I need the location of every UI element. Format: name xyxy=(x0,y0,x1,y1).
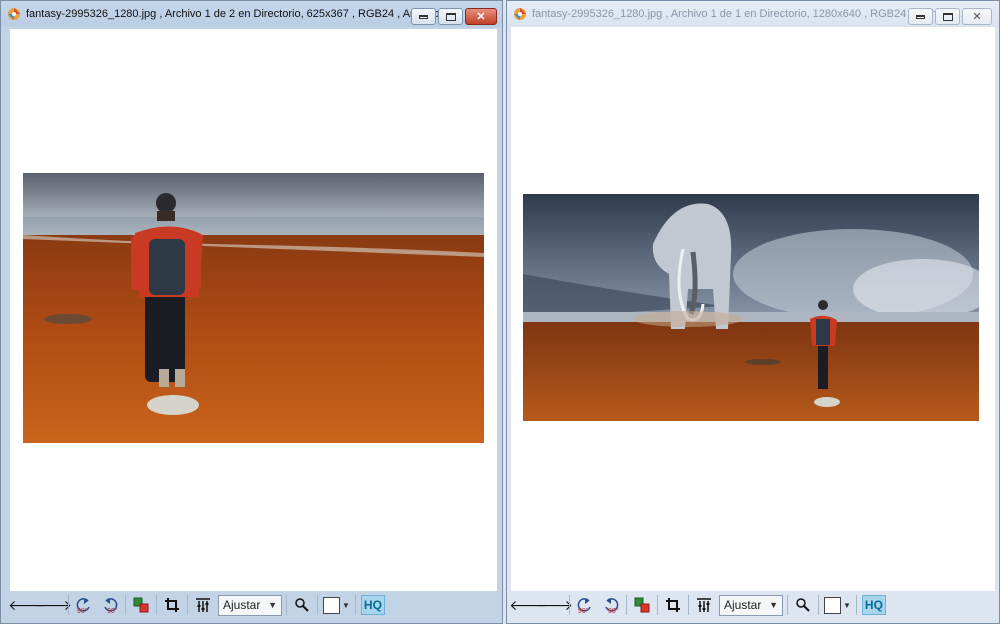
viewer-window-left[interactable]: fantasy-2995326_1280.jpg , Archivo 1 de … xyxy=(0,0,503,624)
rotate-right-button[interactable]: 90° xyxy=(598,593,624,617)
zoom-icon xyxy=(796,598,810,612)
toolbar-divider xyxy=(317,595,318,615)
compare-icon xyxy=(133,597,149,613)
close-icon: ✕ xyxy=(972,11,982,23)
adjust-icon xyxy=(697,598,711,612)
compare-button[interactable] xyxy=(128,593,154,617)
crop-button[interactable] xyxy=(159,593,185,617)
toolbar-divider xyxy=(187,595,188,615)
viewer-toolbar: 🡐 🡒 90° 90° Ajustar ▼ ▼ HQ xyxy=(509,591,994,619)
maximize-button[interactable] xyxy=(438,8,463,25)
rotate-right-button[interactable]: 90° xyxy=(97,593,123,617)
toolbar-divider xyxy=(657,595,658,615)
hq-toggle[interactable]: HQ xyxy=(360,595,385,615)
rotate-right-icon: 90° xyxy=(605,598,619,615)
zoom-select[interactable]: Ajustar ▼ xyxy=(719,594,783,616)
rotate-left-icon: 90° xyxy=(577,598,591,615)
toolbar-divider xyxy=(626,595,627,615)
adjust-icon xyxy=(196,598,210,612)
minimize-button[interactable] xyxy=(908,8,933,25)
viewer-toolbar: 🡐 🡒 90° 90° Ajustar ▼ ▼ HQ xyxy=(8,591,497,619)
maximize-icon xyxy=(942,12,953,21)
svg-text:90°: 90° xyxy=(578,607,589,615)
toolbar-divider xyxy=(688,595,689,615)
arrow-right-icon: 🡒 xyxy=(535,596,573,613)
crop-icon xyxy=(666,598,680,612)
toolbar-divider xyxy=(125,595,126,615)
svg-text:90°: 90° xyxy=(77,607,88,615)
background-color-picker[interactable]: ▼ xyxy=(323,596,350,614)
close-button[interactable]: ✕ xyxy=(465,8,497,25)
chevron-down-icon: ▼ xyxy=(342,600,350,610)
compare-button[interactable] xyxy=(629,593,655,617)
arrow-right-icon: 🡒 xyxy=(34,596,72,613)
zoom-button[interactable] xyxy=(289,593,315,617)
maximize-icon xyxy=(445,12,456,21)
zoom-select-value: Ajustar xyxy=(223,598,261,612)
app-icon xyxy=(514,8,526,20)
toolbar-divider xyxy=(787,595,788,615)
color-picker-icon xyxy=(824,596,841,614)
minimize-button[interactable] xyxy=(411,8,436,25)
toolbar-divider xyxy=(569,595,570,615)
minimize-icon xyxy=(419,14,428,19)
maximize-button[interactable] xyxy=(935,8,960,25)
color-picker-icon xyxy=(323,596,340,614)
app-icon xyxy=(8,8,20,20)
zoom-select-value: Ajustar xyxy=(724,598,762,612)
chevron-down-icon: ▼ xyxy=(268,600,277,610)
svg-text:90°: 90° xyxy=(107,607,118,615)
image-preview xyxy=(523,194,979,421)
chevron-down-icon: ▼ xyxy=(843,600,851,610)
crop-button[interactable] xyxy=(660,593,686,617)
toolbar-divider xyxy=(855,595,857,615)
svg-text:90°: 90° xyxy=(608,607,619,615)
image-canvas[interactable] xyxy=(511,27,995,591)
image-preview xyxy=(23,173,484,443)
rotate-left-icon: 90° xyxy=(76,598,90,615)
background-color-picker[interactable]: ▼ xyxy=(824,596,851,614)
hq-toggle[interactable]: HQ xyxy=(861,595,886,615)
toolbar-divider xyxy=(156,595,157,615)
toolbar-divider xyxy=(818,595,819,615)
viewer-window-right[interactable]: fantasy-2995326_1280.jpg , Archivo 1 de … xyxy=(506,0,1000,624)
zoom-icon xyxy=(295,598,309,612)
minimize-icon xyxy=(916,14,925,19)
zoom-select[interactable]: Ajustar ▼ xyxy=(218,594,282,616)
rotate-left-button[interactable]: 90° xyxy=(572,593,598,617)
adjust-button[interactable] xyxy=(691,593,717,617)
compare-icon xyxy=(634,597,650,613)
rotate-right-icon: 90° xyxy=(104,598,118,615)
hiker-beach-photo xyxy=(23,173,484,443)
next-button[interactable]: 🡒 xyxy=(34,593,72,617)
zoom-button[interactable] xyxy=(790,593,816,617)
crop-icon xyxy=(165,598,179,612)
toolbar-divider xyxy=(68,595,69,615)
close-button[interactable]: ✕ xyxy=(962,8,992,25)
toolbar-divider xyxy=(354,595,356,615)
close-icon: ✕ xyxy=(476,11,486,23)
rotate-left-button[interactable]: 90° xyxy=(71,593,97,617)
adjust-button[interactable] xyxy=(190,593,216,617)
toolbar-divider xyxy=(286,595,287,615)
hiker-mammoth-photo xyxy=(523,194,979,421)
next-button[interactable]: 🡒 xyxy=(535,593,573,617)
chevron-down-icon: ▼ xyxy=(769,600,778,610)
image-canvas[interactable] xyxy=(10,29,497,591)
